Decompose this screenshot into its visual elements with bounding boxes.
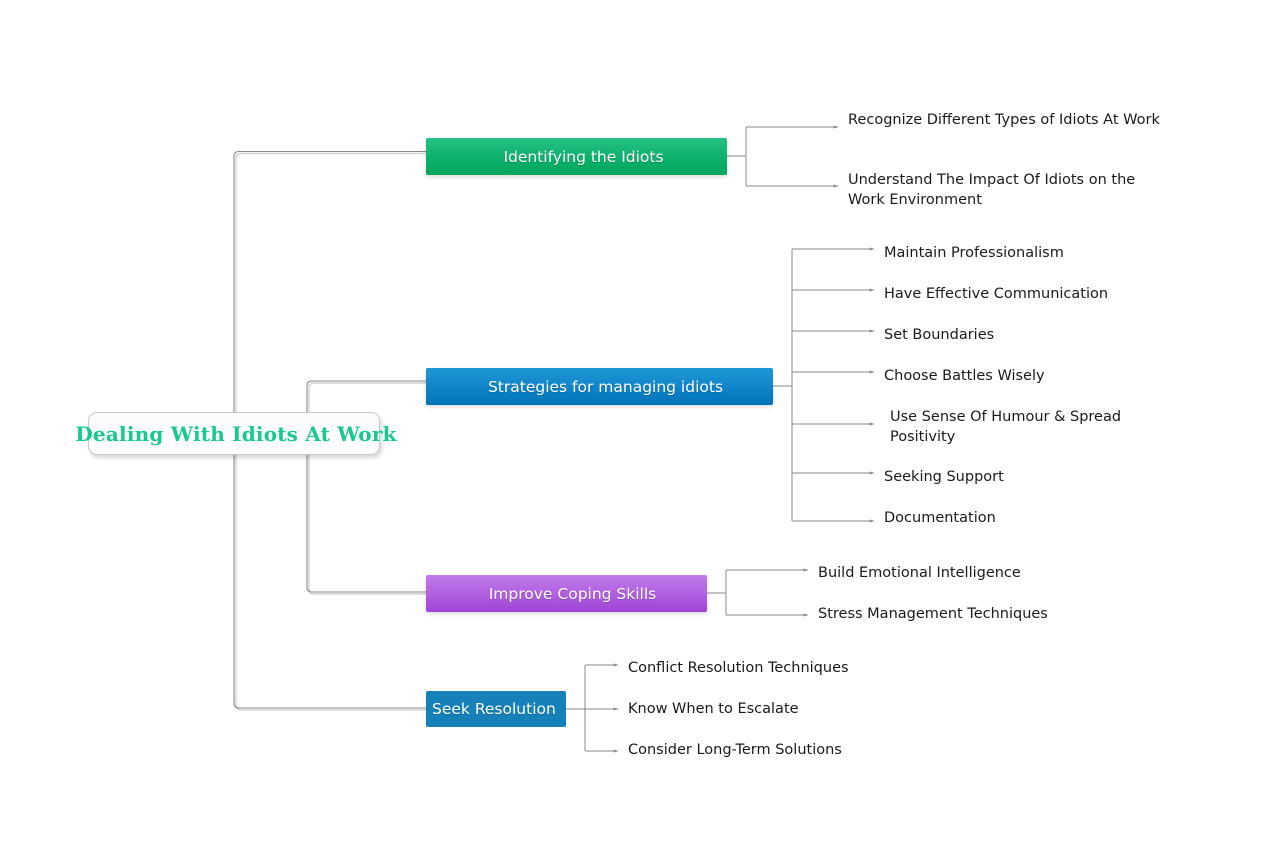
leaf-node-recognize-different-types[interactable]: Recognize Different Types of Idiots At W… [848, 110, 1168, 130]
leaf-node-build-emotional-intelligence[interactable]: Build Emotional Intelligence [818, 563, 1021, 583]
branch-node-improve-coping-skills[interactable]: Improve Coping Skills [426, 575, 707, 612]
leaf-node-understand-the-impact[interactable]: Understand The Impact Of Idiots on the W… [848, 170, 1158, 210]
branch-node-seek-resolution[interactable]: Seek Resolution [426, 691, 566, 727]
leaf-node-consider-long-term-solutions[interactable]: Consider Long-Term Solutions [628, 740, 842, 760]
center-node[interactable]: Dealing With Idiots At Work [75, 412, 396, 455]
branch-label: Strategies for managing idiots [487, 377, 724, 396]
leaf-node-stress-management-techniques[interactable]: Stress Management Techniques [818, 604, 1048, 624]
leaf-node-documentation[interactable]: Documentation [884, 508, 996, 528]
leaf-node-seeking-support[interactable]: Seeking Support [884, 467, 1004, 487]
leaf-node-maintain-professionalism[interactable]: Maintain Professionalism [884, 243, 1064, 263]
branch-label: Identifying the Idiots [503, 147, 664, 166]
leaf-node-set-boundaries[interactable]: Set Boundaries [884, 325, 994, 345]
branch-label: Improve Coping Skills [488, 584, 657, 603]
center-node-label: Dealing With Idiots At Work [75, 421, 397, 446]
branch-node-identifying-the-idiots[interactable]: Identifying the Idiots [426, 138, 727, 175]
leaf-connectors-coping [707, 568, 809, 617]
connector-center-to-seek-resolution [233, 434, 426, 709]
branch-label: Seek Resolution [432, 700, 556, 718]
branch-node-strategies-for-managing-idiots[interactable]: Strategies for managing idiots [426, 368, 773, 405]
leaf-node-use-sense-of-humour[interactable]: Use Sense Of Humour & Spread Positivity [884, 407, 1175, 447]
connector-center-to-identifying [233, 150, 426, 434]
leaf-connectors-identifying [727, 125, 839, 188]
leaf-connectors-strategies [773, 247, 875, 523]
leaf-node-have-effective-communication[interactable]: Have Effective Communication [884, 284, 1108, 304]
leaf-node-choose-battles-wisely[interactable]: Choose Battles Wisely [884, 366, 1045, 386]
leaf-connectors-resolution [566, 663, 619, 753]
mind-map-canvas: Dealing With Idiots At Work Identifying … [0, 0, 1280, 866]
connector-center-to-coping [306, 434, 426, 593]
leaf-node-conflict-resolution-techniques[interactable]: Conflict Resolution Techniques [628, 658, 849, 678]
leaf-node-know-when-to-escalate[interactable]: Know When to Escalate [628, 699, 799, 719]
